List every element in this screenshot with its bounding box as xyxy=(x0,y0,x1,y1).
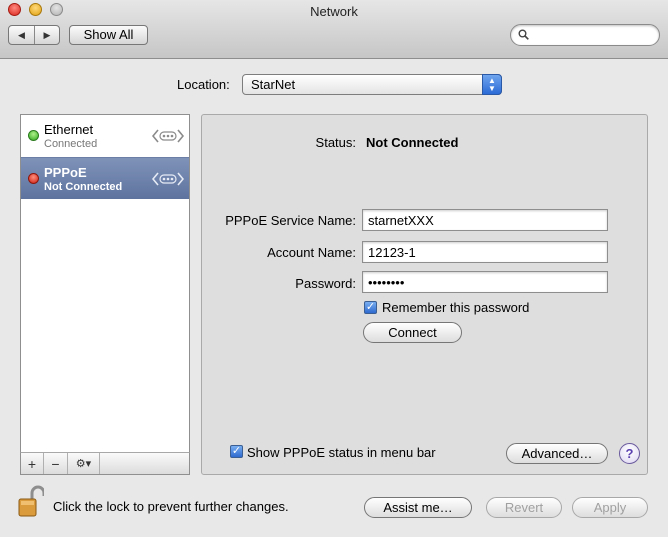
revert-button[interactable]: Revert xyxy=(486,497,562,518)
network-preferences-window: Network ◀ ▶ Show All Location: StarNet ▲… xyxy=(0,0,668,537)
remove-service-button[interactable]: − xyxy=(44,453,68,474)
location-value: StarNet xyxy=(251,77,296,92)
status-label: Status: xyxy=(315,135,356,150)
back-button[interactable]: ◀ xyxy=(9,26,34,44)
location-select[interactable]: StarNet ▲ ▼ xyxy=(242,74,502,95)
advanced-button[interactable]: Advanced… xyxy=(506,443,608,464)
show-all-button[interactable]: Show All xyxy=(69,25,148,45)
window-title: Network xyxy=(310,4,358,19)
forward-button[interactable]: ▶ xyxy=(33,26,59,44)
checkmark-icon: ✓ xyxy=(231,445,242,457)
service-status: Connected xyxy=(44,138,98,150)
checkmark-icon: ✓ xyxy=(365,301,376,313)
search-icon xyxy=(518,29,529,40)
up-down-arrows-icon: ▲ ▼ xyxy=(482,74,502,95)
title-toolbar: Network ◀ ▶ Show All xyxy=(0,0,668,59)
back-forward-control: ◀ ▶ xyxy=(8,25,60,45)
service-item-pppoe[interactable]: PPPoE Not Connected xyxy=(21,157,189,199)
pppoe-icon xyxy=(152,172,184,186)
back-arrow-icon: ◀ xyxy=(18,29,25,40)
not-connected-status-icon xyxy=(28,173,39,184)
help-icon[interactable]: ? xyxy=(619,443,640,464)
account-name-field[interactable] xyxy=(362,241,608,263)
status-value: Not Connected xyxy=(366,135,459,150)
service-status: Not Connected xyxy=(44,181,123,193)
password-field[interactable] xyxy=(362,271,608,293)
assist-me-button[interactable]: Assist me… xyxy=(364,497,472,518)
add-service-button[interactable]: + xyxy=(21,453,44,474)
account-name-label: Account Name: xyxy=(267,245,356,260)
connected-status-icon xyxy=(28,130,39,141)
search-field[interactable] xyxy=(510,24,660,46)
service-name: PPPoE xyxy=(44,165,87,180)
ethernet-icon xyxy=(152,129,184,143)
forward-arrow-icon: ▶ xyxy=(43,29,51,40)
location-label: Location: xyxy=(177,77,230,92)
show-status-checkbox[interactable]: ✓ xyxy=(230,445,243,458)
remember-password-label: Remember this password xyxy=(382,300,530,315)
unlocked-padlock-icon[interactable] xyxy=(18,485,44,519)
connect-button[interactable]: Connect xyxy=(363,322,462,343)
service-name: Ethernet xyxy=(44,122,94,137)
lock-message: Click the lock to prevent further change… xyxy=(53,499,289,514)
service-name-field[interactable] xyxy=(362,209,608,231)
service-item-ethernet[interactable]: Ethernet Connected xyxy=(21,115,189,157)
apply-button[interactable]: Apply xyxy=(572,497,648,518)
service-name-label: PPPoE Service Name: xyxy=(225,213,356,228)
show-status-label: Show PPPoE status in menu bar xyxy=(247,445,436,460)
service-list-buttons: + − ⚙▾ xyxy=(20,452,190,475)
service-list: Ethernet Connected PPPoE Not Connected xyxy=(20,114,190,475)
remember-password-checkbox[interactable]: ✓ xyxy=(364,301,377,314)
gear-menu-button[interactable]: ⚙▾ xyxy=(68,453,100,474)
password-label: Password: xyxy=(295,276,356,291)
pppoe-settings-pane: Status: Not Connected PPPoE Service Name… xyxy=(201,114,648,475)
